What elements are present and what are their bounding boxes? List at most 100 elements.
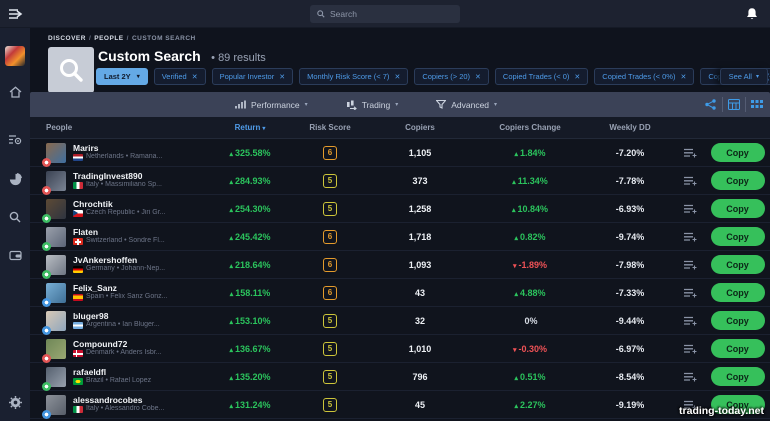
add-to-watchlist-button[interactable] xyxy=(684,316,697,326)
watchlist-icon[interactable] xyxy=(0,127,30,151)
grid-view-icon[interactable] xyxy=(745,97,768,112)
trader-name[interactable]: alessandrocobes xyxy=(73,395,164,406)
copy-button[interactable]: Copy xyxy=(711,199,765,218)
filter-chip[interactable]: Copied Trades (< 0%) xyxy=(594,68,694,85)
chip-remove-icon[interactable] xyxy=(192,73,198,81)
trader-name[interactable]: JvAnkershoffen xyxy=(73,255,165,266)
table-row[interactable]: JvAnkershoffen Germany • Johann-Nep... ▴… xyxy=(30,251,770,279)
search-input[interactable]: Search xyxy=(310,5,460,23)
table-row[interactable]: alessandrocobes Italy • Alessandro Cobe.… xyxy=(30,391,770,419)
table-row[interactable]: Flaten Switzerland • Sondre Fl... ▴245.4… xyxy=(30,223,770,251)
table-toolbar: Performance Trading Advanced xyxy=(30,92,770,117)
trader-subtitle: Brazil • Rafael Lopez xyxy=(73,377,151,386)
trader-name[interactable]: Flaten xyxy=(73,227,165,238)
status-badge xyxy=(42,242,51,251)
search-nav-icon[interactable] xyxy=(0,205,30,229)
trader-name[interactable]: TradingInvest890 xyxy=(73,171,162,182)
settings-gear-icon[interactable] xyxy=(0,390,30,414)
copy-button[interactable]: Copy xyxy=(711,283,765,302)
trader-subtitle: Germany • Johann-Nep... xyxy=(73,265,165,274)
search-icon xyxy=(317,10,325,18)
trader-name[interactable]: Felix_Sanz xyxy=(73,283,167,294)
weekly-dd-value: -7.98% xyxy=(585,260,675,270)
portfolio-icon[interactable] xyxy=(0,167,30,191)
table-row[interactable]: TradingInvest890 Italy • Massimiliano Sp… xyxy=(30,167,770,195)
copy-button[interactable]: Copy xyxy=(711,171,765,190)
weekly-dd-value: -6.97% xyxy=(585,344,675,354)
trader-name[interactable]: rafaeldfl xyxy=(73,367,151,378)
performance-menu[interactable]: Performance xyxy=(235,100,308,110)
table-row[interactable]: bluger98 Argentina • Ian Bluger... ▴153.… xyxy=(30,307,770,335)
column-header-people[interactable]: People xyxy=(30,123,205,132)
add-to-watchlist-button[interactable] xyxy=(684,204,697,214)
filter-chip[interactable]: Verified xyxy=(154,68,206,85)
home-icon[interactable] xyxy=(0,80,30,104)
see-all-chip[interactable]: See All xyxy=(720,68,768,85)
trader-name[interactable]: Chrochtik xyxy=(73,199,165,210)
chip-remove-icon[interactable] xyxy=(475,73,481,81)
risk-score-badge: 6 xyxy=(323,258,337,272)
advanced-menu[interactable]: Advanced xyxy=(436,100,497,110)
breadcrumb-people[interactable]: PEOPLE xyxy=(94,35,123,42)
chip-remove-icon[interactable] xyxy=(279,73,285,81)
copy-button[interactable]: Copy xyxy=(711,255,765,274)
risk-score-badge: 5 xyxy=(323,174,337,188)
return-value: ▴245.42% xyxy=(205,232,295,242)
breadcrumb[interactable]: DISCOVER/PEOPLE/CUSTOM SEARCH xyxy=(48,35,196,42)
time-filter-chip[interactable]: Last 2Y xyxy=(96,68,148,85)
copy-button[interactable]: Copy xyxy=(711,367,765,386)
chip-remove-icon[interactable] xyxy=(680,73,686,81)
chip-remove-icon[interactable] xyxy=(394,73,400,81)
filter-chip[interactable]: Copied Trades (< 0) xyxy=(495,68,588,85)
trader-subtitle: Denmark • Anders Isbr... xyxy=(73,349,162,358)
trading-menu[interactable]: Trading xyxy=(346,100,399,110)
breadcrumb-discover[interactable]: DISCOVER xyxy=(48,35,86,42)
column-header-risk-score[interactable]: Risk Score xyxy=(295,123,365,132)
filter-chip[interactable]: Popular Investor xyxy=(212,68,294,85)
table-row[interactable]: Chrochtik Czech Republic • Jiri Gr... ▴2… xyxy=(30,195,770,223)
column-header-weekly-dd[interactable]: Weekly DD xyxy=(585,123,675,132)
add-to-watchlist-button[interactable] xyxy=(684,148,697,158)
table-row[interactable]: rafaeldfl Brazil • Rafael Lopez ▴135.20%… xyxy=(30,363,770,391)
country-flag-icon xyxy=(73,266,83,273)
user-avatar[interactable] xyxy=(5,46,25,66)
add-to-watchlist-button[interactable] xyxy=(684,260,697,270)
chip-remove-icon[interactable] xyxy=(574,73,580,81)
add-to-watchlist-button[interactable] xyxy=(684,288,697,298)
table-header: People Return Risk Score Copiers Copiers… xyxy=(30,117,770,139)
risk-score-badge: 5 xyxy=(323,314,337,328)
filter-chip[interactable]: Monthly Risk Score (< 7) xyxy=(299,68,408,85)
trader-name[interactable]: bluger98 xyxy=(73,311,160,322)
copiers-value: 32 xyxy=(365,316,475,326)
column-header-copiers-change[interactable]: Copiers Change xyxy=(475,123,585,132)
customize-columns-icon[interactable] xyxy=(722,97,745,112)
trader-name[interactable]: Compound72 xyxy=(73,339,162,350)
bar-chart-icon xyxy=(235,100,246,109)
status-badge xyxy=(42,270,51,279)
add-to-watchlist-button[interactable] xyxy=(684,176,697,186)
trades-icon xyxy=(346,100,357,110)
table-row[interactable]: Marirs Netherlands • Ramana... ▴325.58% … xyxy=(30,139,770,167)
copiers-value: 373 xyxy=(365,176,475,186)
expand-sidebar-icon[interactable] xyxy=(8,7,24,21)
add-to-watchlist-button[interactable] xyxy=(684,344,697,354)
copy-button[interactable]: Copy xyxy=(711,339,765,358)
copy-button[interactable]: Copy xyxy=(711,227,765,246)
share-icon[interactable] xyxy=(699,97,722,112)
column-header-return[interactable]: Return xyxy=(205,123,295,132)
table-row[interactable]: Felix_Sanz Spain • Felix Sanz Gonz... ▴1… xyxy=(30,279,770,307)
wallet-icon[interactable] xyxy=(0,243,30,267)
main-content: DISCOVER/PEOPLE/CUSTOM SEARCH Custom Sea… xyxy=(30,28,770,421)
copy-button[interactable]: Copy xyxy=(711,311,765,330)
add-to-watchlist-button[interactable] xyxy=(684,372,697,382)
status-badge xyxy=(42,214,51,223)
trader-name[interactable]: Marirs xyxy=(73,143,162,154)
add-to-watchlist-button[interactable] xyxy=(684,232,697,242)
copy-button[interactable]: Copy xyxy=(711,143,765,162)
notifications-bell-icon[interactable] xyxy=(746,7,758,21)
table-row[interactable]: Compound72 Denmark • Anders Isbr... ▴136… xyxy=(30,335,770,363)
copiers-change-value: ▴1.84% xyxy=(475,148,585,158)
return-value: ▴136.67% xyxy=(205,344,295,354)
column-header-copiers[interactable]: Copiers xyxy=(365,123,475,132)
filter-chip[interactable]: Copiers (> 20) xyxy=(414,68,489,85)
